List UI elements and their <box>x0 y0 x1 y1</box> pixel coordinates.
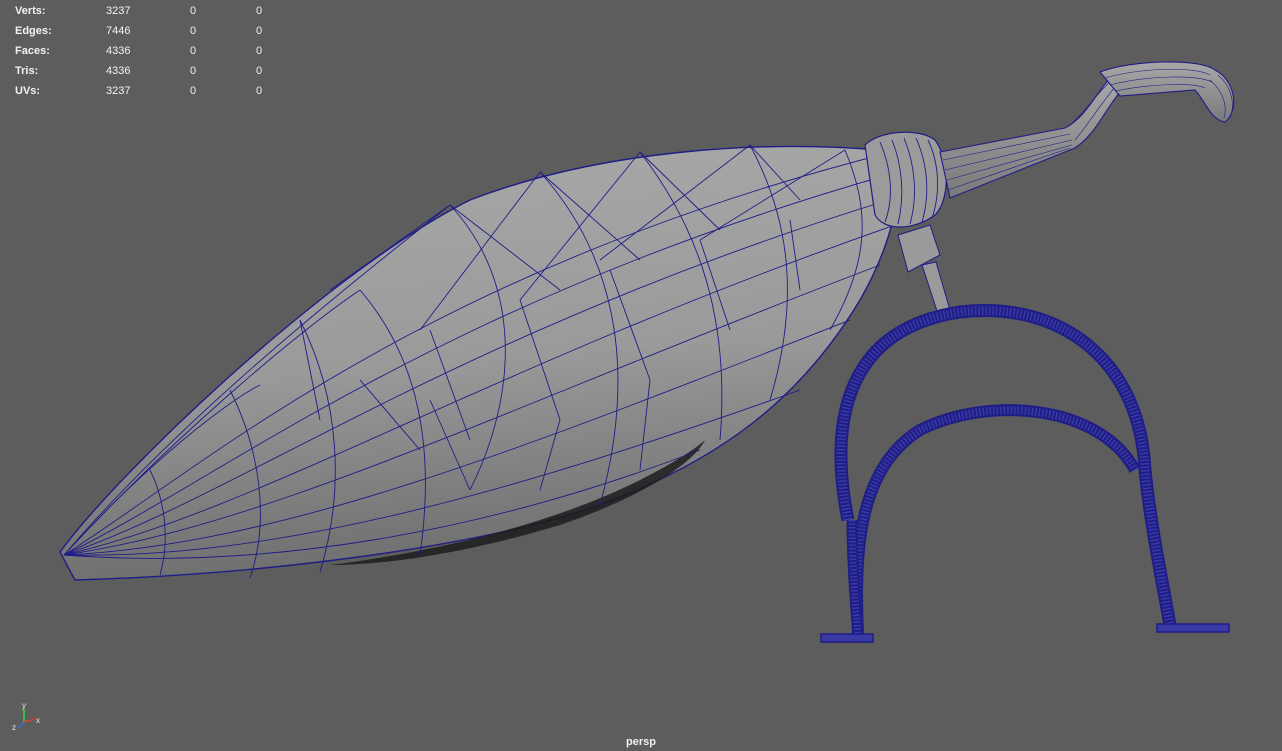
hud-value: 7446 <box>106 25 131 37</box>
hud-value: 4336 <box>106 65 131 77</box>
hud-value: 0 <box>256 5 263 17</box>
hud-row-uvs: UVs: 3237 0 0 <box>15 81 296 101</box>
hud-row-tris: Tris: 4336 0 0 <box>15 61 296 81</box>
hud-value: 0 <box>256 25 263 37</box>
hud-value: 0 <box>190 65 197 77</box>
hud-label: Edges: <box>15 25 52 37</box>
hud-label: UVs: <box>15 85 41 97</box>
stand-mesh[interactable] <box>820 304 1230 643</box>
camera-name-label: persp <box>626 736 656 748</box>
hud-value: 0 <box>256 85 263 97</box>
hud-value: 0 <box>256 65 263 77</box>
axis-y-label: y <box>22 702 26 710</box>
hud-value: 0 <box>190 5 197 17</box>
axis-x-label: x <box>36 716 40 725</box>
hud-row-edges: Edges: 7446 0 0 <box>15 21 296 41</box>
poly-count-hud: Verts: 3237 0 0 Edges: 7446 0 0 Faces: 4… <box>15 1 296 101</box>
hud-label: Faces: <box>15 45 50 57</box>
hud-label: Verts: <box>15 5 46 17</box>
hud-value: 0 <box>190 85 197 97</box>
hud-value: 0 <box>190 25 197 37</box>
hud-value: 0 <box>256 45 263 57</box>
hud-value: 3237 <box>106 85 131 97</box>
hud-row-verts: Verts: 3237 0 0 <box>15 1 296 21</box>
hud-value: 3237 <box>106 5 131 17</box>
3d-viewport[interactable]: Verts: 3237 0 0 Edges: 7446 0 0 Faces: 4… <box>0 0 1282 751</box>
hud-value: 4336 <box>106 45 131 57</box>
axis-z-label: z <box>12 723 16 732</box>
hud-value: 0 <box>190 45 197 57</box>
mesh-model[interactable] <box>0 0 1282 751</box>
axis-gizmo-icon: y x z <box>12 702 40 732</box>
hud-label: Tris: <box>15 65 39 77</box>
pipe-mesh[interactable] <box>864 61 1235 315</box>
hud-row-faces: Faces: 4336 0 0 <box>15 41 296 61</box>
body-mesh[interactable] <box>59 144 906 581</box>
